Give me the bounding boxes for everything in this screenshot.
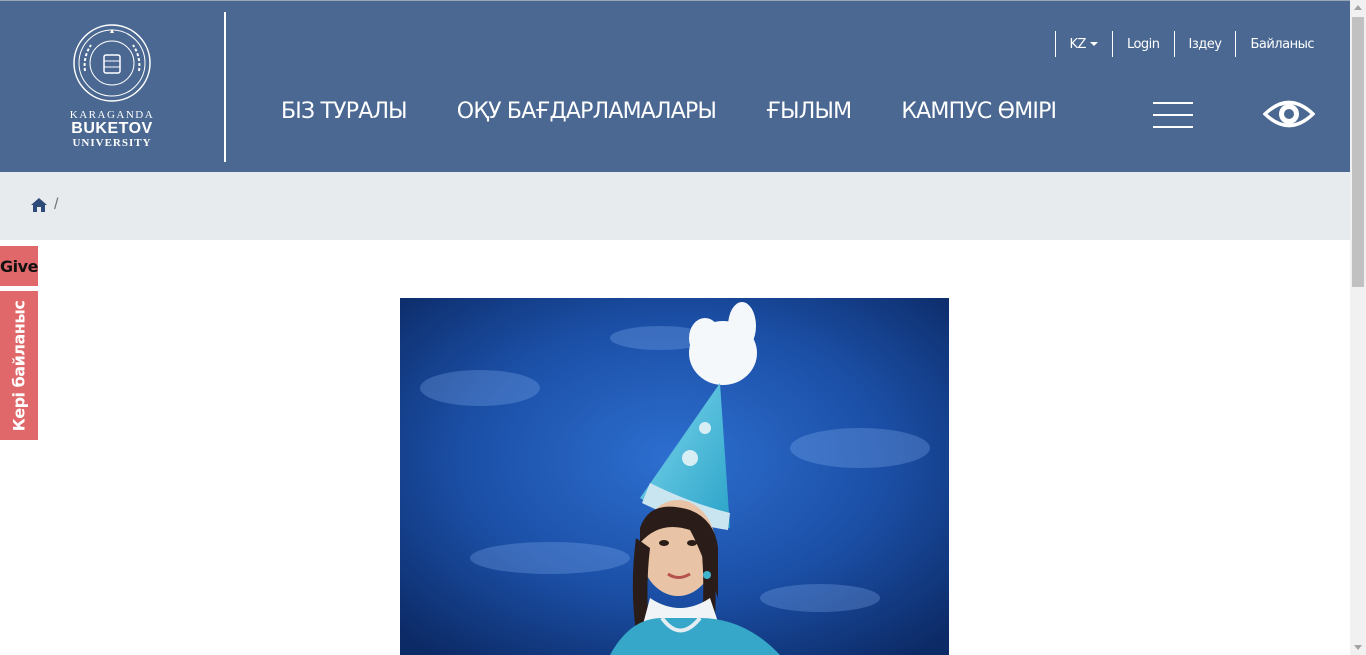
top-utility-bar: KZ Login Іздеу Байланыс [1041, 31, 1314, 57]
scroll-down-icon[interactable] [1354, 645, 1362, 650]
give-tab[interactable]: Give [0, 246, 38, 286]
header-divider [224, 12, 226, 162]
home-icon[interactable] [31, 198, 47, 212]
featured-photo [400, 298, 949, 655]
brand-line-university: UNIVERSITY [72, 137, 152, 149]
site-header: KARAGANDA BUKETOV UNIVERSITY KZ Login Із… [0, 0, 1350, 172]
nav-item-campus-life[interactable]: КАМПУС ӨМІРІ [901, 99, 1057, 124]
breadcrumb-separator: / [54, 196, 59, 213]
language-label: KZ [1069, 36, 1087, 52]
eye-icon[interactable] [1263, 97, 1315, 131]
topbar-separator [1111, 31, 1113, 57]
university-seal-icon [73, 24, 151, 102]
search-link[interactable]: Іздеу [1189, 37, 1222, 52]
breadcrumb: / [0, 172, 1350, 240]
caret-down-icon [1089, 41, 1098, 46]
topbar-separator [1173, 31, 1175, 57]
contacts-link[interactable]: Байланыс [1250, 37, 1314, 52]
language-selector[interactable]: KZ [1070, 37, 1098, 52]
topbar-separator [1054, 31, 1056, 57]
login-link[interactable]: Login [1127, 37, 1160, 52]
nav-item-programs[interactable]: ОҚУ БАҒДАРЛАМАЛАРЫ [457, 99, 717, 124]
feedback-label: Кері байланыс [9, 300, 29, 431]
topbar-separator [1235, 31, 1237, 57]
main-navigation: БІЗ ТУРАЛЫ ОҚУ БАҒДАРЛАМАЛАРЫ ҒЫЛЫМ КАМП… [281, 99, 1106, 124]
brand-line-buketov: BUKETOV [71, 120, 153, 137]
scrollbar-thumb[interactable] [1352, 17, 1364, 287]
nav-item-science[interactable]: ҒЫЛЫМ [766, 99, 852, 124]
university-logo[interactable]: KARAGANDA BUKETOV UNIVERSITY [60, 23, 164, 153]
nav-item-about[interactable]: БІЗ ТУРАЛЫ [281, 99, 408, 124]
feedback-tab[interactable]: Кері байланыс [0, 291, 38, 440]
hamburger-menu-icon[interactable] [1153, 102, 1193, 128]
scroll-up-icon[interactable] [1354, 5, 1362, 10]
vertical-scrollbar[interactable] [1350, 0, 1366, 655]
student-portrait-image [400, 298, 949, 655]
